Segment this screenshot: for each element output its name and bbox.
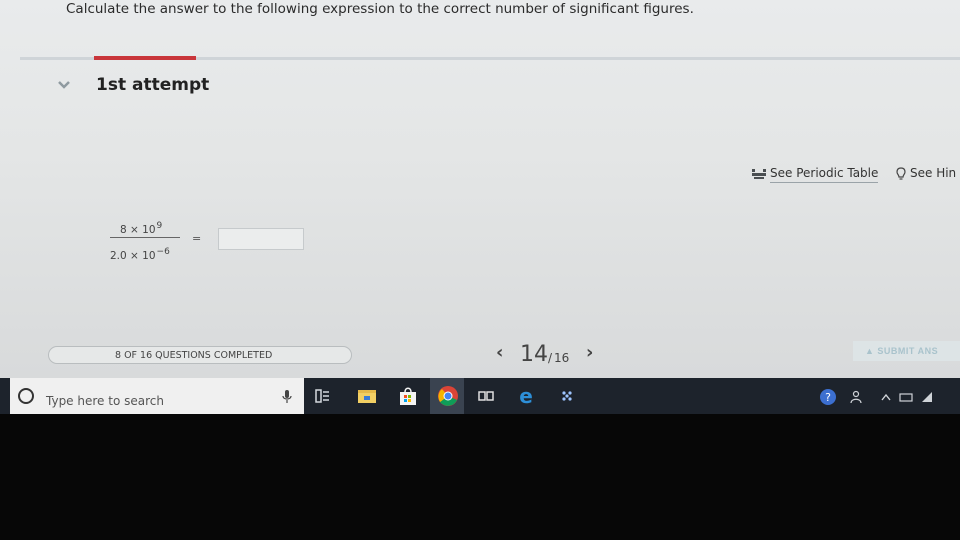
hint-link[interactable]: See Hin [896, 166, 956, 180]
system-tray: ? [818, 388, 948, 406]
media-icon[interactable] [474, 384, 498, 408]
numerator-exponent: 9 [156, 221, 163, 231]
submit-label: SUBMIT ANS [877, 346, 939, 356]
answer-input[interactable] [218, 228, 304, 250]
next-question-button[interactable]: › [586, 342, 593, 363]
periodic-table-link[interactable]: See Periodic Table [752, 166, 879, 183]
svg-text:?: ? [825, 391, 831, 404]
search-placeholder: Type here to search [46, 394, 164, 408]
battery-icon[interactable] [899, 393, 913, 402]
periodic-table-label: See Periodic Table [770, 166, 879, 183]
microphone-icon[interactable] [282, 390, 292, 404]
edge-icon[interactable]: e [514, 384, 538, 408]
numerator-coefficient: 8 × 10 [120, 224, 156, 236]
question-prompt: Calculate the answer to the following ex… [66, 1, 694, 17]
browser-viewport: Calculate the answer to the following ex… [0, 0, 960, 378]
denominator: 2.0 × 10−6 [110, 247, 170, 262]
attempt-tab-indicator [94, 56, 196, 60]
equals-sign: = [192, 232, 202, 245]
pager-separator: / [548, 351, 553, 365]
svg-text:e: e [519, 384, 533, 408]
denominator-exponent: −6 [156, 247, 170, 257]
store-icon[interactable] [396, 384, 420, 408]
file-explorer-icon[interactable] [355, 384, 379, 408]
numerator: 8 × 109 [120, 221, 162, 236]
progress-label: 8 OF 16 QUESTIONS COMPLETED [115, 350, 273, 361]
denominator-coefficient: 2.0 × 10 [110, 250, 156, 262]
task-view-icon[interactable] [310, 384, 334, 408]
previous-question-button[interactable]: ‹ [496, 342, 503, 363]
attempt-heading[interactable]: 1st attempt [96, 75, 209, 95]
taskbar-search-box[interactable]: Type here to search [10, 378, 304, 414]
submit-answer-button[interactable]: ▲ SUBMIT ANS [853, 341, 960, 361]
progress-pill: 8 OF 16 QUESTIONS COMPLETED [48, 346, 352, 364]
chrome-icon[interactable] [436, 384, 460, 408]
people-icon[interactable] [850, 390, 862, 404]
chevron-up-icon[interactable] [881, 393, 891, 401]
current-question-number: 14 [520, 342, 548, 367]
chevron-down-icon[interactable] [56, 79, 72, 91]
total-questions: 16 [554, 351, 570, 365]
hint-label: See Hin [910, 166, 957, 180]
dropbox-icon[interactable] [555, 384, 579, 408]
windows-taskbar: Type here to search e ? [0, 378, 960, 414]
periodic-table-icon [752, 168, 766, 179]
submit-arrow-icon: ▲ [865, 346, 878, 356]
cortana-icon[interactable] [18, 388, 34, 404]
wifi-icon[interactable] [922, 392, 932, 402]
fraction-bar [110, 237, 180, 238]
lightbulb-icon [896, 167, 906, 180]
tray-icons: ? [820, 389, 932, 405]
